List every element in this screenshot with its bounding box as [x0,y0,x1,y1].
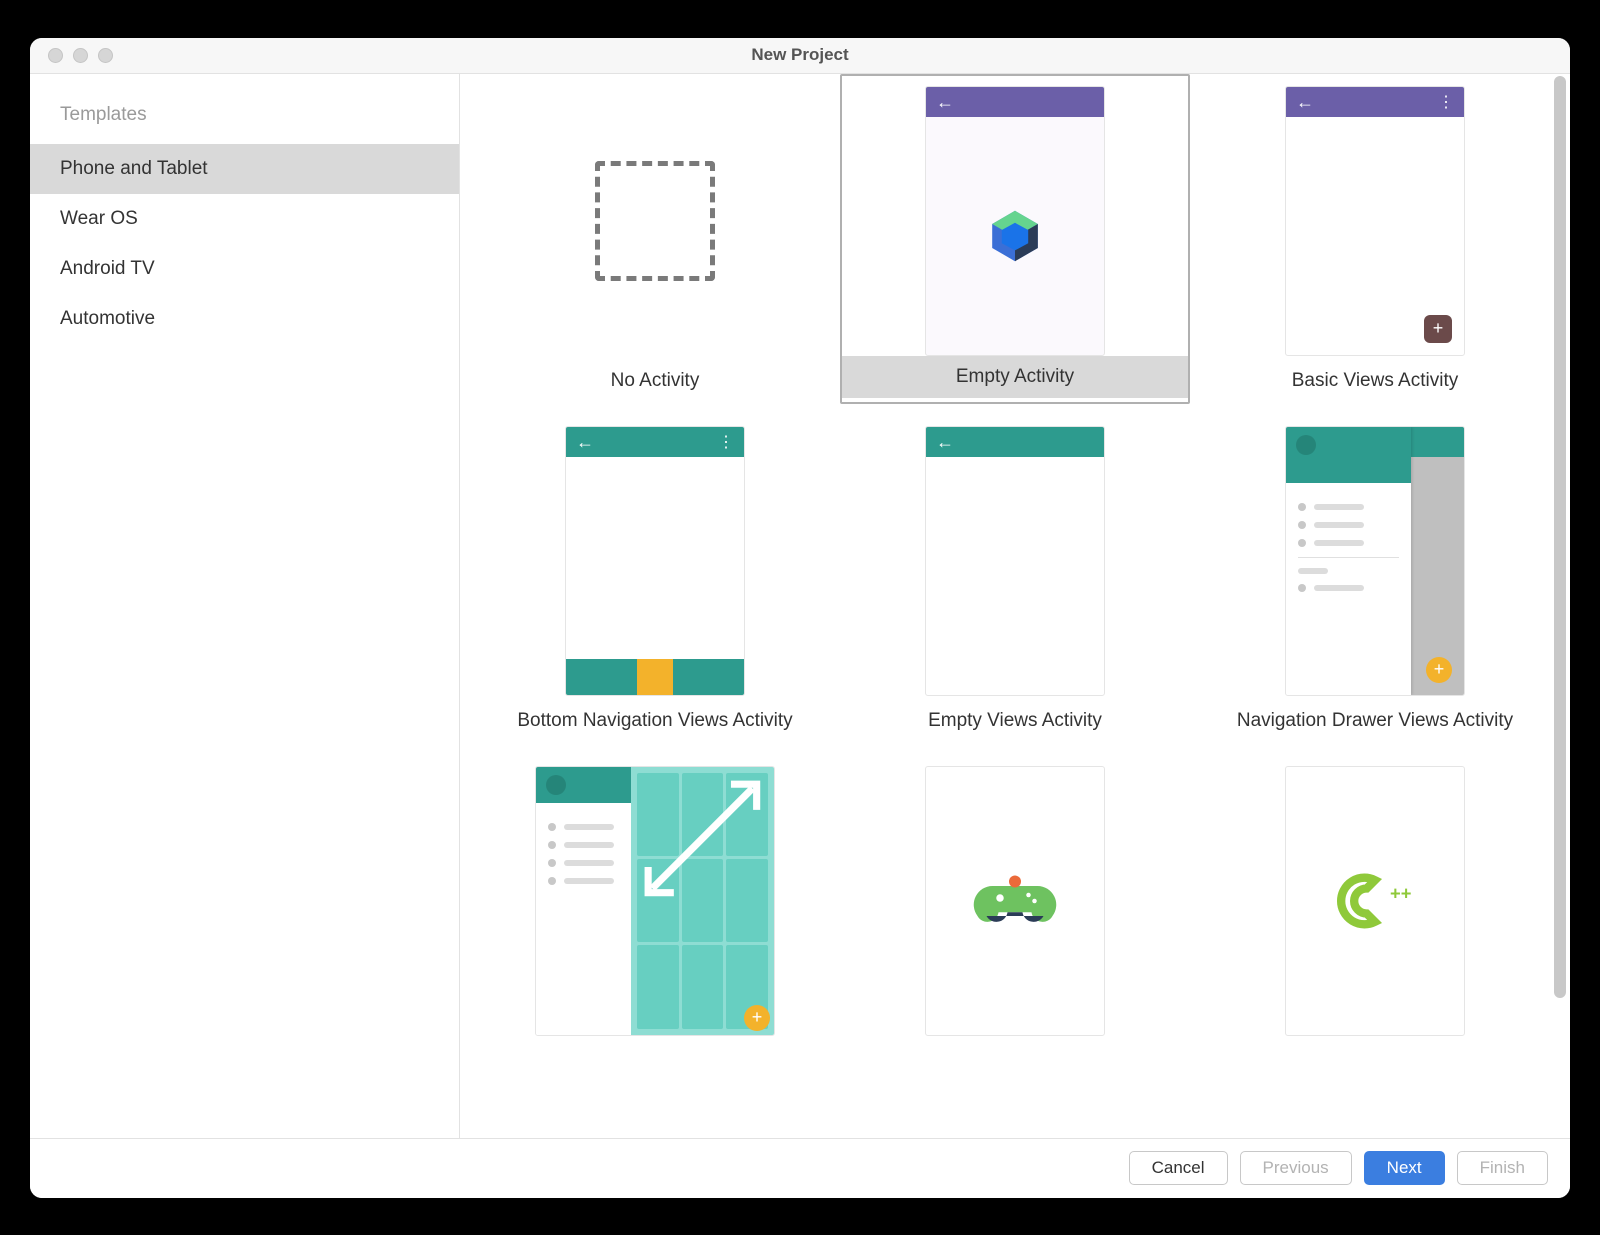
template-game-activity[interactable] [840,754,1190,1038]
drawer-panel-preview [1286,427,1411,695]
finish-button[interactable]: Finish [1457,1151,1548,1185]
dialog-body: Templates Phone and Tablet Wear OS Andro… [30,74,1570,1138]
back-arrow-icon: ← [936,433,954,451]
template-thumbnail [565,86,745,356]
close-window-button[interactable] [48,48,63,63]
dashed-placeholder-icon [595,161,715,281]
template-responsive-views-activity[interactable]: + [480,754,830,1038]
sidebar-item-android-tv[interactable]: Android TV [30,244,459,294]
template-thumbnail: ← [925,86,1105,356]
template-label: No Activity [611,356,700,402]
template-thumbnail: ← ⋮ + [1285,86,1465,356]
titlebar: New Project [30,38,1570,74]
dialog-footer: Cancel Previous Next Finish [30,1138,1570,1198]
sidebar-item-label: Automotive [60,308,155,329]
game-controller-icon [970,871,1060,931]
drawer-content-behind: + [1411,427,1464,695]
template-thumbnail: ++ [1285,766,1465,1036]
appbar-preview: ← [926,87,1104,117]
template-navigation-drawer-views-activity[interactable]: + Navigation Drawer Views Activity [1200,414,1550,744]
template-thumbnail: ← ⋮ [565,426,745,696]
new-project-window: New Project Templates Phone and Tablet W… [30,38,1570,1198]
template-basic-views-activity[interactable]: ← ⋮ + Basic Views Activity [1200,74,1550,404]
template-label: Basic Views Activity [1292,356,1458,402]
template-empty-views-activity[interactable]: ← Empty Views Activity [840,414,1190,744]
sidebar-item-wear-os[interactable]: Wear OS [30,194,459,244]
scrollbar[interactable] [1552,76,1568,1136]
template-gallery: No Activity ← [460,74,1570,1138]
template-empty-activity[interactable]: ← Empty Activity [840,74,1190,404]
sidebar-item-label: Phone and Tablet [60,158,208,179]
next-button[interactable]: Next [1364,1151,1445,1185]
template-native-cpp[interactable]: ++ [1200,754,1550,1038]
back-arrow-icon: ← [576,433,594,451]
sidebar-item-automotive[interactable]: Automotive [30,294,459,344]
template-thumbnail: + [535,766,775,1036]
more-vert-icon: ⋮ [718,432,734,452]
template-thumbnail: + [1285,426,1465,696]
zoom-window-button[interactable] [98,48,113,63]
resize-arrow-icon [631,767,774,910]
scrollbar-thumb[interactable] [1554,76,1566,998]
fab-icon: + [744,1005,770,1031]
cancel-button[interactable]: Cancel [1129,1151,1228,1185]
appbar-preview: ← [926,427,1104,457]
sidebar-item-phone-and-tablet[interactable]: Phone and Tablet [30,144,459,194]
jetpack-compose-icon [985,206,1045,266]
sidebar-item-label: Android TV [60,258,155,279]
template-thumbnail: ← [925,426,1105,696]
appbar-preview: ← ⋮ [566,427,744,457]
sidebar-header: Templates [30,104,459,144]
template-label: Navigation Drawer Views Activity [1237,696,1513,742]
back-arrow-icon: ← [1296,93,1314,111]
sidebar: Templates Phone and Tablet Wear OS Andro… [30,74,460,1138]
template-label: Bottom Navigation Views Activity [517,696,792,742]
template-label: Empty Activity [842,356,1188,398]
more-vert-icon: ⋮ [1438,92,1454,112]
appbar-preview: ← ⋮ [1286,87,1464,117]
template-thumbnail [925,766,1105,1036]
minimize-window-button[interactable] [73,48,88,63]
previous-button[interactable]: Previous [1240,1151,1352,1185]
window-title: New Project [30,45,1570,65]
cpp-icon: ++ [1325,861,1425,941]
fab-icon: + [1424,315,1452,343]
svg-text:++: ++ [1390,882,1411,903]
bottom-nav-preview [566,659,744,695]
template-bottom-navigation-views-activity[interactable]: ← ⋮ Bottom Navigation Views Activity [480,414,830,744]
window-controls [30,48,113,63]
template-no-activity[interactable]: No Activity [480,74,830,404]
fab-icon: + [1426,657,1452,683]
sidebar-item-label: Wear OS [60,208,138,229]
back-arrow-icon: ← [936,93,954,111]
template-label: Empty Views Activity [928,696,1102,742]
